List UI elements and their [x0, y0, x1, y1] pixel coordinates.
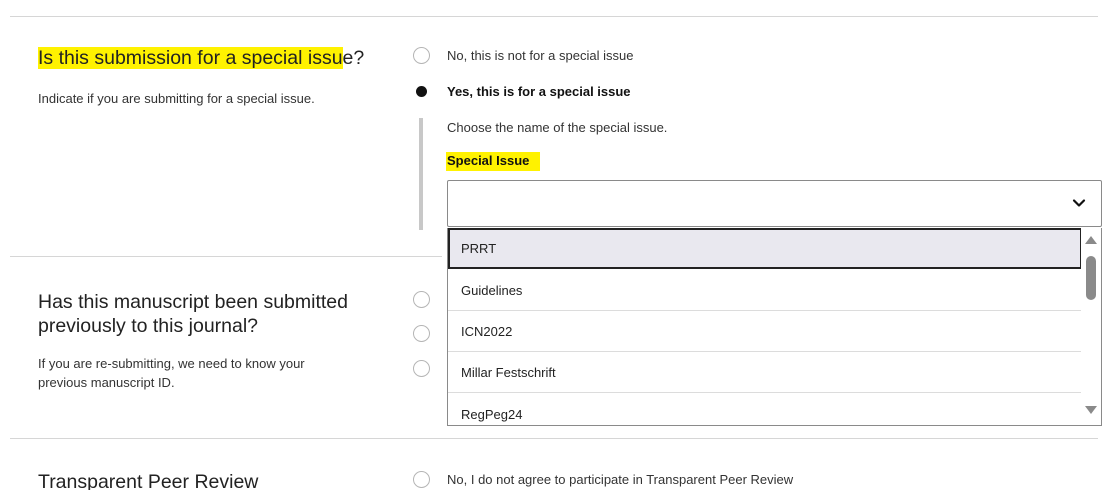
radio-option-not-special-issue[interactable]: No, this is not for a special issue: [413, 45, 633, 65]
dropdown-option-regpeg24[interactable]: RegPeg24: [448, 394, 1082, 425]
dropdown-option-guidelines[interactable]: Guidelines: [448, 270, 1082, 311]
radio-button[interactable]: [413, 470, 430, 488]
transparent-peer-review-title: Transparent Peer Review: [38, 471, 259, 490]
radio-option-special-issue[interactable]: Yes, this is for a special issue: [413, 81, 631, 101]
title-line-2: previously to this journal?: [38, 315, 259, 337]
description-line-2: previous manuscript ID.: [38, 375, 175, 390]
title-rest: e?: [342, 47, 365, 69]
conditional-indent-bar: [419, 118, 423, 230]
dropdown-option-millar-festschrift[interactable]: Millar Festschrift: [448, 352, 1082, 393]
triangle-up-icon[interactable]: [1085, 236, 1097, 244]
radio-label: Yes, this is for a special issue: [447, 83, 631, 99]
radio-button[interactable]: [413, 46, 430, 64]
dropdown-option-prrt[interactable]: PRRT: [448, 228, 1082, 269]
special-issue-dropdown-list[interactable]: PRRT Guidelines ICN2022 Millar Festschri…: [447, 228, 1102, 426]
previous-submission-question-description: If you are re-submitting, we need to kno…: [38, 354, 305, 392]
triangle-down-icon[interactable]: [1085, 406, 1097, 414]
radio-option-previous-3[interactable]: [413, 358, 430, 378]
previous-submission-question-title: Has this manuscript been submitted previ…: [38, 290, 348, 338]
radio-button-checked[interactable]: [413, 82, 430, 100]
radio-label: No, I do not agree to participate in Tra…: [447, 471, 794, 487]
highlighted-text: Is this submission for a special issu: [38, 47, 343, 69]
radio-option-tpr-no[interactable]: No, I do not agree to participate in Tra…: [413, 469, 793, 489]
special-issue-select[interactable]: [447, 180, 1102, 227]
section-divider-middle: [10, 256, 442, 257]
radio-button[interactable]: [413, 290, 430, 308]
radio-button[interactable]: [413, 324, 430, 342]
radio-label: No, this is not for a special issue: [447, 47, 634, 63]
scrollbar-thumb[interactable]: [1086, 256, 1096, 300]
title-line-1: Has this manuscript been submitted: [38, 291, 348, 313]
description-line-1: If you are re-submitting, we need to kno…: [38, 356, 305, 371]
choose-special-issue-text: Choose the name of the special issue.: [447, 120, 668, 135]
chevron-down-icon[interactable]: [1071, 195, 1087, 211]
radio-option-previous-2[interactable]: [413, 323, 430, 343]
section-divider-bottom: [10, 438, 1098, 439]
dropdown-scrollbar[interactable]: [1081, 228, 1101, 425]
dropdown-option-icn2022[interactable]: ICN2022: [448, 311, 1082, 352]
special-issue-question-title: Is this submission for a special issue?: [38, 46, 364, 70]
radio-button[interactable]: [413, 359, 430, 377]
special-issue-field-label: Special Issue: [446, 152, 541, 171]
section-divider-top: [10, 16, 1098, 17]
radio-option-previous-1[interactable]: [413, 289, 430, 309]
special-issue-question-description: Indicate if you are submitting for a spe…: [38, 91, 315, 106]
